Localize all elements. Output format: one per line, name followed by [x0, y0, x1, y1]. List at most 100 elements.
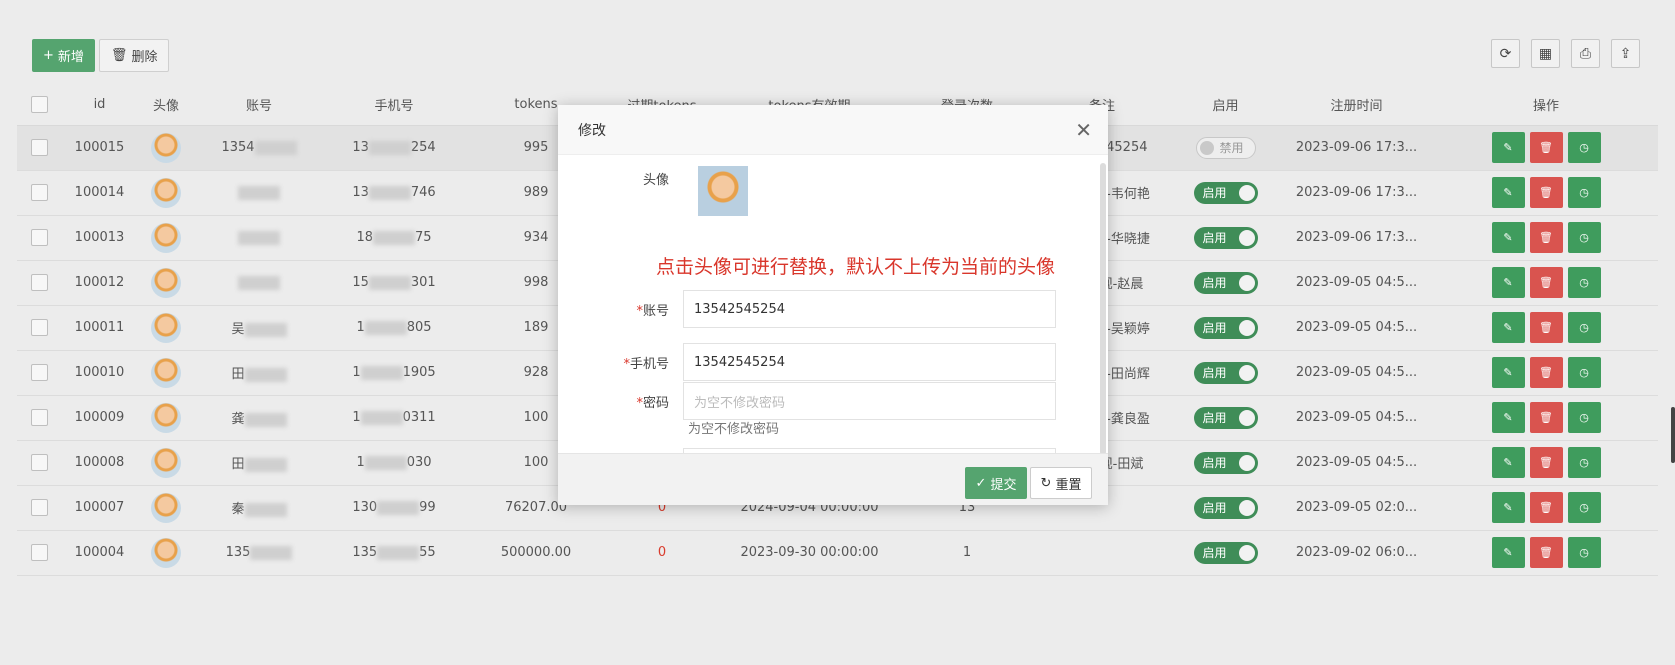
- status-toggle[interactable]: 启用: [1193, 451, 1258, 474]
- edit-icon[interactable]: ✎: [1491, 447, 1525, 478]
- delete-button[interactable]: 🗑 删除: [98, 39, 170, 72]
- row-phone-suffix: 030: [406, 455, 432, 470]
- table-cell: 500000.00: [465, 530, 607, 576]
- status-toggle[interactable]: 启用: [1193, 316, 1258, 339]
- row-checkbox[interactable]: [31, 544, 48, 561]
- avatar-upload[interactable]: [698, 166, 748, 216]
- delete-icon[interactable]: 🗑: [1529, 357, 1563, 388]
- row-tokens: 500000.00: [500, 545, 572, 560]
- table-cell: 1354: [195, 125, 323, 171]
- clock-icon[interactable]: ◷: [1567, 312, 1601, 343]
- edit-icon[interactable]: ✎: [1491, 177, 1525, 208]
- delete-icon[interactable]: 🗑: [1529, 312, 1563, 343]
- status-label: 启用: [1202, 501, 1227, 515]
- row-phone-suffix: 805: [406, 320, 432, 335]
- clock-icon[interactable]: ◷: [1567, 222, 1601, 253]
- table-cell: [1032, 530, 1172, 576]
- clock-icon[interactable]: ◷: [1567, 267, 1601, 298]
- row-checkbox[interactable]: [31, 274, 48, 291]
- row-checkbox[interactable]: [31, 454, 48, 471]
- row-register-time: 2023-09-05 02:0...: [1295, 500, 1418, 515]
- edit-icon[interactable]: ✎: [1491, 132, 1525, 163]
- status-label: 启用: [1202, 366, 1227, 380]
- edit-icon[interactable]: ✎: [1491, 402, 1525, 433]
- delete-icon[interactable]: 🗑: [1529, 267, 1563, 298]
- clock-icon[interactable]: ◷: [1567, 402, 1601, 433]
- status-toggle[interactable]: 启用: [1193, 181, 1258, 204]
- table-cell: 启用: [1172, 260, 1279, 306]
- row-checkbox[interactable]: [31, 499, 48, 516]
- clock-icon[interactable]: ◷: [1567, 537, 1601, 568]
- phone-input[interactable]: 13542545254: [683, 343, 1056, 381]
- table-cell: 100013: [62, 215, 137, 261]
- table-cell: [137, 440, 195, 486]
- password-row: *密码 为空不修改密码: [558, 382, 1056, 420]
- status-toggle[interactable]: 启用: [1193, 226, 1258, 249]
- clock-icon[interactable]: ◷: [1567, 447, 1601, 478]
- refresh-button[interactable]: ⟳: [1491, 39, 1520, 68]
- table-cell: ✎ 🗑 ◷: [1434, 260, 1658, 306]
- edit-icon[interactable]: ✎: [1491, 357, 1525, 388]
- edit-icon[interactable]: ✎: [1491, 222, 1525, 253]
- row-checkbox[interactable]: [31, 184, 48, 201]
- row-checkbox[interactable]: [31, 364, 48, 381]
- modal-scrollbar[interactable]: [1100, 163, 1106, 455]
- clock-icon[interactable]: ◷: [1567, 132, 1601, 163]
- status-label: 禁用: [1219, 141, 1244, 155]
- edit-icon[interactable]: ✎: [1491, 312, 1525, 343]
- column-header: 头像: [137, 85, 195, 126]
- row-checkbox[interactable]: [31, 409, 48, 426]
- delete-icon[interactable]: 🗑: [1529, 492, 1563, 523]
- delete-icon[interactable]: 🗑: [1529, 177, 1563, 208]
- row-id: 100004: [74, 545, 125, 560]
- row-phone-prefix: 135: [352, 545, 378, 560]
- row-checkbox[interactable]: [31, 139, 48, 156]
- table-cell: 2023-09-30 00:00:00: [717, 530, 902, 576]
- row-tokens: 995: [523, 140, 549, 155]
- table-cell: 100011: [62, 305, 137, 351]
- table-cell: 启用: [1172, 215, 1279, 261]
- export-button[interactable]: ⇪: [1611, 39, 1640, 68]
- table-cell: [137, 305, 195, 351]
- row-id: 100007: [74, 500, 125, 515]
- toolbar: + 新增 🗑 删除: [32, 39, 170, 72]
- delete-icon[interactable]: 🗑: [1529, 402, 1563, 433]
- avatar-hint: 点击头像可进行替换，默认不上传为当前的头像: [656, 256, 1056, 278]
- row-checkbox[interactable]: [31, 319, 48, 336]
- submit-button[interactable]: ✓ 提交: [965, 467, 1027, 499]
- row-checkbox[interactable]: [31, 229, 48, 246]
- row-phone-prefix: 1: [356, 455, 365, 470]
- status-toggle[interactable]: 启用: [1193, 271, 1258, 294]
- edit-icon[interactable]: ✎: [1491, 537, 1525, 568]
- status-label: 启用: [1202, 186, 1227, 200]
- add-button[interactable]: + 新增: [32, 39, 95, 72]
- delete-icon[interactable]: 🗑: [1529, 537, 1563, 568]
- status-toggle[interactable]: 启用: [1193, 361, 1258, 384]
- status-toggle[interactable]: 启用: [1193, 496, 1258, 519]
- table-cell: ✎ 🗑 ◷: [1434, 485, 1658, 531]
- columns-button[interactable]: ▦: [1531, 39, 1560, 68]
- reset-button[interactable]: ↻ 重置: [1030, 467, 1092, 499]
- clock-icon[interactable]: ◷: [1567, 357, 1601, 388]
- table-row: 100004 135 135 55 500000.00 0 2023-09-30 00:00…: [17, 530, 1658, 576]
- page-scrollbar[interactable]: [1671, 407, 1675, 463]
- account-input[interactable]: 13542545254: [683, 290, 1056, 328]
- edit-icon[interactable]: ✎: [1491, 267, 1525, 298]
- edit-icon[interactable]: ✎: [1491, 492, 1525, 523]
- table-cell: [137, 170, 195, 216]
- password-input[interactable]: 为空不修改密码: [683, 382, 1056, 420]
- clock-icon[interactable]: ◷: [1567, 177, 1601, 208]
- status-toggle[interactable]: 禁用: [1195, 136, 1256, 159]
- delete-icon[interactable]: 🗑: [1529, 447, 1563, 478]
- delete-icon[interactable]: 🗑: [1529, 132, 1563, 163]
- row-register-time: 2023-09-06 17:3...: [1295, 230, 1418, 245]
- avatar: [151, 357, 181, 388]
- status-toggle[interactable]: 启用: [1193, 541, 1258, 564]
- print-button[interactable]: ⎙: [1571, 39, 1600, 68]
- status-toggle[interactable]: 启用: [1193, 406, 1258, 429]
- clock-icon[interactable]: ◷: [1567, 492, 1601, 523]
- table-cell: 2023-09-05 04:5...: [1279, 350, 1434, 396]
- delete-icon[interactable]: 🗑: [1529, 222, 1563, 253]
- close-icon[interactable]: ✕: [1075, 118, 1092, 142]
- select-all-checkbox[interactable]: [17, 85, 62, 126]
